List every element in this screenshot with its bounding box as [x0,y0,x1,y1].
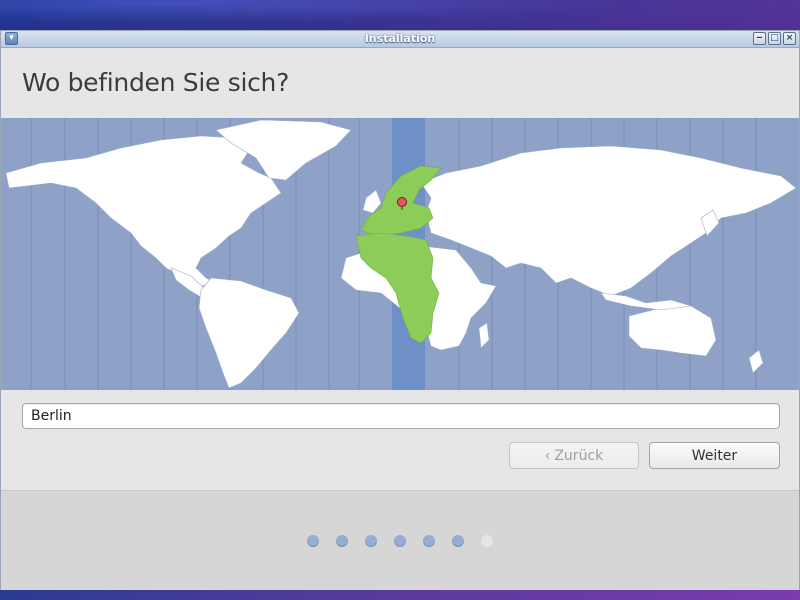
location-input[interactable] [22,403,780,429]
minimize-icon[interactable]: ‒ [753,32,766,45]
desktop-background [0,0,800,30]
main-content: Wo befinden Sie sich? Berlin ‹ Zurück We… [1,48,799,490]
progress-dot [423,535,435,547]
back-button-label: Zurück [554,447,604,464]
progress-footer [1,490,799,592]
progress-dot [365,535,377,547]
progress-dot [394,535,406,547]
progress-dot [481,535,493,547]
next-button-label: Weiter [691,447,738,464]
back-button[interactable]: ‹ Zurück [509,442,639,469]
next-button[interactable]: Weiter [649,442,780,469]
progress-dots [307,535,493,547]
titlebar[interactable]: ▾ Installation ‒ □ × [1,31,799,48]
south-america [198,277,300,389]
progress-dot [307,535,319,547]
progress-dot [336,535,348,547]
new-zealand [748,349,764,374]
page-title: Wo befinden Sie sich? [22,68,290,97]
indonesia [600,292,692,311]
window-title: Installation [364,32,436,45]
australia [628,305,717,357]
desktop-background-bottom [0,590,800,600]
north-america [5,135,282,287]
chevron-left-icon: ‹ [544,447,551,464]
progress-dot [452,535,464,547]
close-icon[interactable]: × [783,32,796,45]
maximize-icon[interactable]: □ [768,32,781,45]
madagascar [478,322,490,349]
eurasia [420,145,797,297]
timezone-map[interactable] [1,118,799,390]
installer-window: ▾ Installation ‒ □ × Wo befinden Sie sic… [0,30,800,592]
